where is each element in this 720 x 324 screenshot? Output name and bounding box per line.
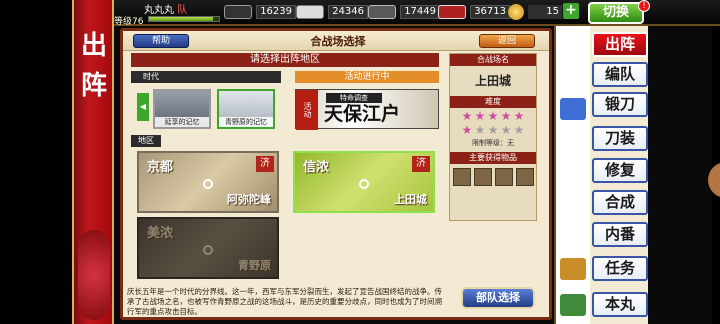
menu-item-8[interactable]: 本丸 (592, 292, 648, 317)
map-kyoto[interactable]: 京都 济 阿弥陀峰 (137, 151, 279, 213)
era-prev-arrow-icon[interactable]: ◀ (137, 93, 149, 121)
star-icon: ★ (513, 123, 525, 137)
panel-title: 合战场选择 (310, 35, 366, 48)
team-select-button[interactable]: 部队选择 (461, 287, 535, 309)
event-section-label: 活动进行中 (295, 71, 439, 83)
event-card[interactable]: 活动 特命调查 天保江户 (295, 89, 439, 130)
map-mino[interactable]: 美浓 青野原 (137, 217, 279, 279)
resource-whetstone: 36713 (438, 4, 510, 20)
map-castle-name: 上田城 (394, 193, 427, 206)
resource-value: 36713 (470, 5, 510, 19)
alert-badge: ! (638, 0, 650, 12)
battlefield-select-panel: 帮助 合战场选择 返回 请选择出阵地区 时代 活动进行中 ◀ 延享的记忆 青野原… (120, 28, 552, 320)
map-castle-name: 青野原 (238, 259, 271, 272)
star-icon: ★ (461, 123, 473, 137)
level-label: 等级76 (114, 17, 144, 27)
level-limit: 限制等级：无 (472, 139, 514, 147)
banner-char-1: 出 (80, 31, 107, 61)
map-castle-name: 阿弥陀峰 (227, 193, 271, 206)
floating-assist-button[interactable] (708, 162, 720, 198)
exp-bar (148, 16, 220, 22)
menu-item-1[interactable]: 编队 (592, 62, 648, 87)
map-location-icon (203, 245, 213, 255)
resource-steel: 24346 (296, 4, 368, 20)
back-button[interactable]: 返回 (479, 34, 535, 48)
main-menu: 出阵编队锻刀刀装修复合成内番任务本丸 (554, 26, 648, 324)
game-screen: 出 阵 丸丸丸 队 等级76 16239 24346 17449 36713 1… (0, 0, 720, 324)
star-icon: ★ (487, 109, 499, 123)
star-icon: ★ (500, 109, 512, 123)
menu-item-7[interactable]: 任务 (592, 256, 648, 281)
switch-button[interactable]: 切换 (588, 2, 644, 24)
battlefield-name-header: 合战场名 (450, 54, 536, 66)
era-description: 庆长五年是一个时代的分界线。这一年，西军与东军分裂而生，发起了宣告战国终结的战争… (127, 287, 442, 316)
era-section-label: 时代 (131, 71, 281, 83)
add-coins-button[interactable]: + (563, 3, 579, 19)
menu-item-6[interactable]: 内番 (592, 222, 648, 247)
coin-count: 15 (528, 5, 562, 19)
steel-icon (296, 5, 324, 19)
drop-item-icon (473, 168, 492, 186)
panel-header: 帮助 合战场选择 返回 (123, 31, 549, 51)
drop-item-icon (452, 168, 471, 186)
difficulty-header: 难度 (450, 96, 536, 108)
map-location-icon (203, 179, 213, 189)
star-icon: ★ (500, 123, 512, 137)
star-icon: ★ (513, 109, 525, 123)
era-card-aonohara[interactable]: 青野原的记忆 (217, 89, 275, 129)
drop-items (450, 164, 536, 186)
help-button[interactable]: 帮助 (133, 34, 189, 48)
star-icon: ★ (487, 123, 499, 137)
menu-deco-icon (560, 258, 586, 280)
event-tag: 活动 (296, 90, 318, 130)
whetstone-icon (438, 5, 466, 19)
drop-item-icon (515, 168, 534, 186)
coin-icon (508, 4, 524, 20)
menu-deco-icon (560, 98, 586, 120)
cleared-badge: 济 (412, 156, 430, 172)
drop-item-icon (494, 168, 513, 186)
difficulty-stars: ★ ★ ★ ★ ★ (450, 108, 536, 122)
era-label: 青野原的记忆 (219, 117, 273, 127)
menu-item-0[interactable]: 出阵 (592, 32, 648, 57)
menu-item-2[interactable]: 锻刀 (592, 92, 648, 117)
status-bar: 丸丸丸 队 等级76 16239 24346 17449 36713 15 + … (114, 0, 720, 27)
map-region-name: 京都 (147, 160, 174, 175)
phone-edge-left (0, 0, 72, 324)
sortie-banner: 出 阵 (72, 0, 114, 324)
banner-char-2: 阵 (80, 71, 107, 101)
difficulty-stars: ★ ★ ★ ★ ★ (450, 122, 536, 136)
era-label: 延享的记忆 (155, 117, 209, 127)
exp-bar-fill (149, 17, 214, 21)
resource-charcoal: 16239 (224, 4, 296, 20)
resource-coolant: 17449 (368, 4, 440, 20)
map-region-name: 美浓 (147, 226, 174, 241)
battlefield-name: 上田城 (474, 74, 511, 88)
battlefield-info: 合战场名 上田城 难度 ★ ★ ★ ★ ★ ★ ★ ★ ★ ★ 限制等级：无 主要获得物品 (449, 53, 537, 221)
cleared-badge: 济 (256, 156, 274, 172)
phone-edge-right (712, 0, 720, 324)
map-location-icon (359, 179, 369, 189)
era-card-enkyo[interactable]: 延享的记忆 (153, 89, 211, 129)
instruction-text: 请选择出阵地区 (131, 53, 439, 67)
star-icon: ★ (474, 109, 486, 123)
map-shinano[interactable]: 信浓 济 上田城 (293, 151, 435, 213)
star-icon: ★ (461, 109, 473, 123)
menu-item-4[interactable]: 修复 (592, 158, 648, 183)
team-name: 丸丸丸 队 (144, 5, 188, 16)
coolant-icon (368, 5, 396, 19)
resource-value: 17449 (400, 5, 440, 19)
banner-decoration-icon (78, 230, 110, 320)
resource-value: 24346 (328, 5, 368, 19)
resource-value: 16239 (256, 5, 296, 19)
menu-item-5[interactable]: 合成 (592, 190, 648, 215)
region-section-label: 地区 (131, 135, 161, 147)
drops-header: 主要获得物品 (450, 152, 536, 164)
star-icon: ★ (474, 123, 486, 137)
map-region-name: 信浓 (303, 160, 330, 175)
charcoal-icon (224, 5, 252, 19)
menu-item-3[interactable]: 刀装 (592, 126, 648, 151)
menu-deco-icon (560, 294, 586, 316)
event-title: 天保江户 (324, 103, 401, 125)
